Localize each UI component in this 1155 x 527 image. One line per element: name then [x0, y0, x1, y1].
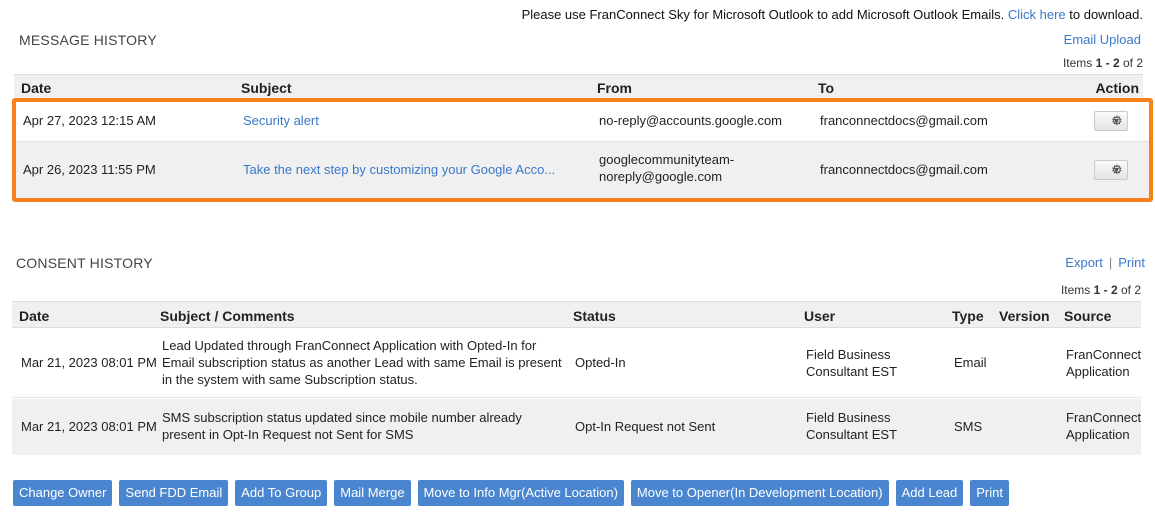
- consent-comment-line1: SMS subscription status updated since mo…: [162, 410, 522, 425]
- col-user: User: [804, 308, 836, 324]
- col-type: Type: [952, 308, 984, 324]
- col-date: Date: [19, 308, 50, 324]
- consent-comment-line1: Lead Updated through FranConnect Applica…: [162, 338, 537, 353]
- col-to[interactable]: To: [818, 80, 834, 96]
- consent-status: Opt-In Request not Sent: [575, 419, 716, 434]
- export-link[interactable]: Export: [1065, 255, 1103, 270]
- col-version: Version: [999, 308, 1050, 324]
- move-to-opener-button[interactable]: Move to Opener(In Development Location): [630, 480, 889, 506]
- table-row: Mar 21, 2023 08:01 PM SMS subscription s…: [12, 399, 1141, 455]
- table-row: Mar 21, 2023 08:01 PM Lead Updated throu…: [12, 328, 1141, 398]
- print-link[interactable]: Print: [1118, 255, 1145, 270]
- consent-user-line1: Field Business: [806, 410, 891, 425]
- col-from[interactable]: From: [597, 80, 632, 96]
- message-history-header: Date Subject From To Action: [14, 74, 1143, 99]
- consent-user-line2: Consultant EST: [806, 364, 898, 379]
- consent-history-header: Date Subject / Comments Status User Type…: [12, 301, 1141, 328]
- add-to-group-button[interactable]: Add To Group: [235, 480, 328, 506]
- col-action: Action: [1095, 80, 1139, 96]
- move-to-info-mgr-button[interactable]: Move to Info Mgr(Active Location): [417, 480, 624, 506]
- consent-source-line1: FranConnect: [1066, 410, 1142, 425]
- consent-date: Mar 21, 2023 08:01 PM: [21, 355, 157, 370]
- outlook-notice: Please use FranConnect Sky for Microsoft…: [522, 7, 1143, 22]
- consent-history-items-count: Items 1 - 2 of 2: [1060, 283, 1141, 297]
- export-print-links: Export | Print: [1065, 255, 1145, 270]
- consent-date: Mar 21, 2023 08:01 PM: [21, 419, 157, 434]
- consent-source-line2: Application: [1066, 364, 1130, 379]
- col-source: Source: [1064, 308, 1112, 324]
- link-separator: |: [1108, 255, 1113, 270]
- email-upload-link[interactable]: Email Upload: [1064, 32, 1141, 47]
- change-owner-button[interactable]: Change Owner: [13, 480, 113, 506]
- message-history-title: MESSAGE HISTORY: [19, 32, 157, 48]
- consent-source-line1: FranConnect: [1066, 347, 1142, 362]
- print-button[interactable]: Print: [970, 480, 1009, 506]
- highlight-box: [12, 98, 1153, 202]
- message-history-items-count: Items 1 - 2 of 2: [1062, 56, 1143, 70]
- action-buttons-bar: Change Owner Send FDD Email Add To Group…: [13, 480, 1009, 506]
- consent-status: Opted-In: [575, 355, 626, 370]
- consent-comment-line2: Email subscription status as another Lea…: [162, 355, 562, 370]
- consent-source-line2: Application: [1066, 427, 1130, 442]
- outlook-notice-suffix: to download.: [1069, 7, 1143, 22]
- add-lead-button[interactable]: Add Lead: [895, 480, 964, 506]
- consent-comment-line3: in the system with same Subscription sta…: [162, 372, 418, 387]
- col-status: Status: [573, 308, 616, 324]
- consent-type: SMS: [954, 419, 983, 434]
- col-date[interactable]: Date: [21, 80, 51, 96]
- outlook-notice-text: Please use FranConnect Sky for Microsoft…: [521, 7, 1005, 22]
- send-fdd-email-button[interactable]: Send FDD Email: [119, 480, 229, 506]
- consent-type: Email: [954, 355, 987, 370]
- mail-merge-button[interactable]: Mail Merge: [334, 480, 411, 506]
- consent-history-title: CONSENT HISTORY: [16, 255, 153, 271]
- consent-user-line1: Field Business: [806, 347, 891, 362]
- consent-user-line2: Consultant EST: [806, 427, 898, 442]
- col-subject[interactable]: Subject: [241, 80, 292, 96]
- col-subject-comments: Subject / Comments: [160, 308, 295, 324]
- consent-comment-line2: present in Opt-In Request not Sent for S…: [162, 427, 414, 442]
- download-link[interactable]: Click here: [1008, 7, 1066, 22]
